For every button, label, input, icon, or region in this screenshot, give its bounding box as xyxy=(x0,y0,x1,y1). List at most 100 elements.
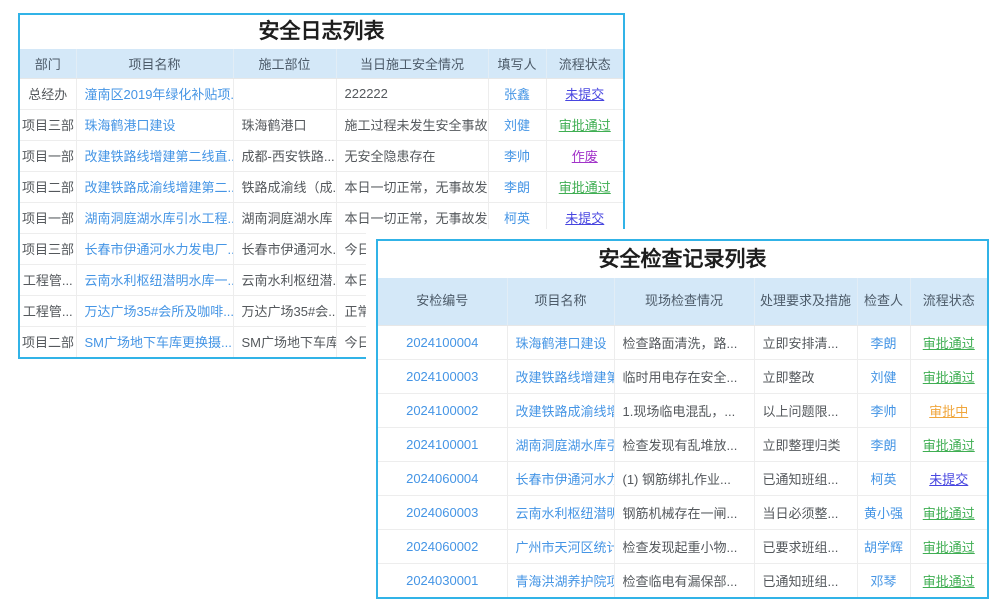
inspection-table-overlay: 安全检查记录列表 安检编号 项目名称 现场检查情况 处理要求及措施 检查人 流程… xyxy=(366,229,999,609)
site-inspection-cell: 钢筋机械存在一闸... xyxy=(614,495,754,529)
col-header-measures: 处理要求及措施 xyxy=(754,278,857,325)
inspection-id-link[interactable]: 2024100004 xyxy=(378,325,507,359)
status-link[interactable]: 未提交 xyxy=(910,461,987,495)
table-row: 项目二部改建铁路成渝线增建第二...铁路成渝线（成...本日一切正常，无事故发.… xyxy=(20,171,623,202)
inspector-name-link[interactable]: 刘健 xyxy=(857,359,910,393)
inspector-name-link[interactable]: 李帅 xyxy=(857,393,910,427)
status-link[interactable]: 审批通过 xyxy=(910,325,987,359)
col-header-status: 流程状态 xyxy=(546,49,623,78)
col-header-inspection-id: 安检编号 xyxy=(378,278,507,325)
project-name-link[interactable]: SM广场地下车库更换摄... xyxy=(76,326,233,357)
table-row: 2024060003云南水利枢纽潜明水库...钢筋机械存在一闸...当日必须整.… xyxy=(378,495,987,529)
construction-part-cell: 珠海鹤港口 xyxy=(233,109,336,140)
col-header-site-inspection: 现场检查情况 xyxy=(614,278,754,325)
project-name-link[interactable]: 云南水利枢纽潜明水库... xyxy=(507,495,614,529)
project-name-link[interactable]: 长春市伊通河水力发电... xyxy=(507,461,614,495)
project-name-link[interactable]: 珠海鹤港口建设 xyxy=(507,325,614,359)
safety-situation-cell: 无安全隐患存在 xyxy=(336,140,488,171)
inspector-name-link[interactable]: 黄小强 xyxy=(857,495,910,529)
project-name-link[interactable]: 改建铁路成渝线增建第二... xyxy=(76,171,233,202)
status-link[interactable]: 作废 xyxy=(546,140,623,171)
department-cell: 项目二部 xyxy=(20,326,76,357)
status-link[interactable]: 审批通过 xyxy=(910,359,987,393)
inspection-id-link[interactable]: 2024100001 xyxy=(378,427,507,461)
inspector-name-link[interactable]: 胡学辉 xyxy=(857,529,910,563)
department-cell: 工程管... xyxy=(20,295,76,326)
project-name-link[interactable]: 湖南洞庭湖水库引水工... xyxy=(507,427,614,461)
safety-situation-cell: 222222 xyxy=(336,78,488,109)
safety-situation-cell: 施工过程未发生安全事故... xyxy=(336,109,488,140)
table-row: 2024100001湖南洞庭湖水库引水工...检查发现有乱堆放...立即整理归类… xyxy=(378,427,987,461)
col-header-status: 流程状态 xyxy=(910,278,987,325)
site-inspection-cell: 检查发现起重小物... xyxy=(614,529,754,563)
measures-cell: 已要求班组... xyxy=(754,529,857,563)
department-cell: 工程管... xyxy=(20,264,76,295)
department-cell: 项目三部 xyxy=(20,233,76,264)
table-row: 2024100003改建铁路线增建第二线...临时用电存在安全...立即整改刘健… xyxy=(378,359,987,393)
col-header-safety-situation: 当日施工安全情况 xyxy=(336,49,488,78)
measures-cell: 以上问题限... xyxy=(754,393,857,427)
inspector-name-link[interactable]: 柯英 xyxy=(857,461,910,495)
status-link[interactable]: 审批中 xyxy=(910,393,987,427)
inspection-id-link[interactable]: 2024100003 xyxy=(378,359,507,393)
table-row: 2024100004珠海鹤港口建设检查路面清洗，路...立即安排清...李朗审批… xyxy=(378,325,987,359)
project-name-link[interactable]: 改建铁路线增建第二线... xyxy=(507,359,614,393)
inspection-id-link[interactable]: 2024060004 xyxy=(378,461,507,495)
filler-name-link[interactable]: 刘健 xyxy=(488,109,546,140)
table-row: 2024030001青海洪湖养护院项目检查临电有漏保部...已通知班组...邓琴… xyxy=(378,563,987,597)
status-link[interactable]: 审批通过 xyxy=(910,495,987,529)
project-name-link[interactable]: 云南水利枢纽潜明水库一... xyxy=(76,264,233,295)
construction-part-cell: SM广场地下车库 xyxy=(233,326,336,357)
status-link[interactable]: 未提交 xyxy=(546,78,623,109)
col-header-department: 部门 xyxy=(20,49,76,78)
col-header-construction-part: 施工部位 xyxy=(233,49,336,78)
safety-situation-cell: 本日一切正常，无事故发... xyxy=(336,171,488,202)
status-link[interactable]: 审批通过 xyxy=(546,109,623,140)
project-name-link[interactable]: 长春市伊通河水力发电厂... xyxy=(76,233,233,264)
table-row: 2024060004长春市伊通河水力发电...(1) 钢筋绑扎作业...已通知班… xyxy=(378,461,987,495)
measures-cell: 当日必须整... xyxy=(754,495,857,529)
project-name-link[interactable]: 改建铁路线增建第二线直... xyxy=(76,140,233,171)
inspection-id-link[interactable]: 2024030001 xyxy=(378,563,507,597)
site-inspection-cell: (1) 钢筋绑扎作业... xyxy=(614,461,754,495)
department-cell: 项目二部 xyxy=(20,171,76,202)
status-link[interactable]: 审批通过 xyxy=(910,563,987,597)
construction-part-cell: 湖南洞庭湖水库 xyxy=(233,202,336,233)
inspection-id-link[interactable]: 2024060002 xyxy=(378,529,507,563)
construction-part-cell: 长春市伊通河水... xyxy=(233,233,336,264)
measures-cell: 立即整改 xyxy=(754,359,857,393)
inspector-name-link[interactable]: 李朗 xyxy=(857,427,910,461)
inspection-record-title: 安全检查记录列表 xyxy=(378,241,987,278)
filler-name-link[interactable]: 李帅 xyxy=(488,140,546,171)
site-inspection-cell: 1.现场临电混乱，... xyxy=(614,393,754,427)
construction-part-cell xyxy=(233,78,336,109)
department-cell: 项目一部 xyxy=(20,140,76,171)
project-name-link[interactable]: 改建铁路成渝线增建第... xyxy=(507,393,614,427)
col-header-filler: 填写人 xyxy=(488,49,546,78)
project-name-link[interactable]: 青海洪湖养护院项目 xyxy=(507,563,614,597)
filler-name-link[interactable]: 李朗 xyxy=(488,171,546,202)
inspector-name-link[interactable]: 李朗 xyxy=(857,325,910,359)
safety-log-title: 安全日志列表 xyxy=(20,15,623,49)
status-link[interactable]: 审批通过 xyxy=(910,427,987,461)
department-cell: 项目一部 xyxy=(20,202,76,233)
construction-part-cell: 云南水利枢纽潜... xyxy=(233,264,336,295)
col-header-project-name: 项目名称 xyxy=(76,49,233,78)
project-name-link[interactable]: 广州市天河区统计局机... xyxy=(507,529,614,563)
project-name-link[interactable]: 珠海鹤港口建设 xyxy=(76,109,233,140)
filler-name-link[interactable]: 张鑫 xyxy=(488,78,546,109)
project-name-link[interactable]: 万达广场35#会所及咖啡... xyxy=(76,295,233,326)
construction-part-cell: 万达广场35#会... xyxy=(233,295,336,326)
inspection-record-table: 安检编号 项目名称 现场检查情况 处理要求及措施 检查人 流程状态 202410… xyxy=(378,278,987,597)
status-link[interactable]: 审批通过 xyxy=(546,171,623,202)
project-name-link[interactable]: 潼南区2019年绿化补贴项... xyxy=(76,78,233,109)
col-header-project-name: 项目名称 xyxy=(507,278,614,325)
status-link[interactable]: 审批通过 xyxy=(910,529,987,563)
project-name-link[interactable]: 湖南洞庭湖水库引水工程... xyxy=(76,202,233,233)
inspector-name-link[interactable]: 邓琴 xyxy=(857,563,910,597)
construction-part-cell: 成都-西安铁路... xyxy=(233,140,336,171)
inspection-id-link[interactable]: 2024100002 xyxy=(378,393,507,427)
header-row: 部门 项目名称 施工部位 当日施工安全情况 填写人 流程状态 xyxy=(20,49,623,78)
inspection-id-link[interactable]: 2024060003 xyxy=(378,495,507,529)
construction-part-cell: 铁路成渝线（成... xyxy=(233,171,336,202)
